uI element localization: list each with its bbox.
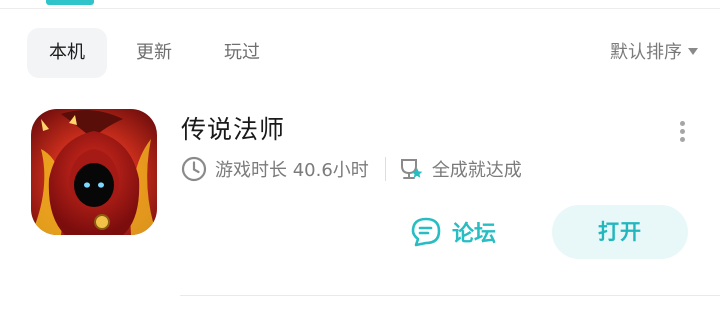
forum-label: 论坛 — [452, 222, 497, 247]
game-meta-row: 游戏时长 40.6小时 全成就达成 — [181, 154, 522, 184]
forum-button[interactable]: 论坛 — [410, 206, 496, 258]
open-button[interactable]: 打开 — [552, 205, 688, 259]
game-icon[interactable] — [31, 109, 157, 235]
dot — [679, 121, 685, 126]
tab-played[interactable]: 玩过 — [210, 28, 274, 78]
tab-local[interactable]: 本机 — [27, 28, 107, 78]
clock-icon — [181, 156, 207, 182]
game-list-item[interactable]: 传说法师 游戏时长 40.6小时 全成就达成 论坛 打开 — [0, 96, 720, 296]
filter-bar: 本机 更新 玩过 默认排序 — [0, 28, 720, 78]
card-divider — [180, 295, 720, 296]
chat-bubble-icon — [410, 216, 442, 248]
active-tab-indicator — [46, 0, 94, 5]
dot — [679, 137, 685, 142]
playtime-text: 游戏时长 40.6小时 — [215, 160, 369, 181]
achievement-text: 全成就达成 — [431, 160, 522, 181]
more-options-button[interactable] — [670, 118, 694, 148]
trophy-icon — [398, 156, 424, 182]
top-divider — [0, 8, 720, 9]
sort-dropdown[interactable]: 默认排序 — [610, 28, 698, 78]
sort-label: 默认排序 — [610, 42, 682, 63]
game-title[interactable]: 传说法师 — [181, 110, 285, 146]
meta-separator — [384, 157, 386, 181]
dot — [679, 129, 685, 134]
tab-updates[interactable]: 更新 — [122, 28, 186, 78]
caret-down-icon — [688, 47, 698, 55]
